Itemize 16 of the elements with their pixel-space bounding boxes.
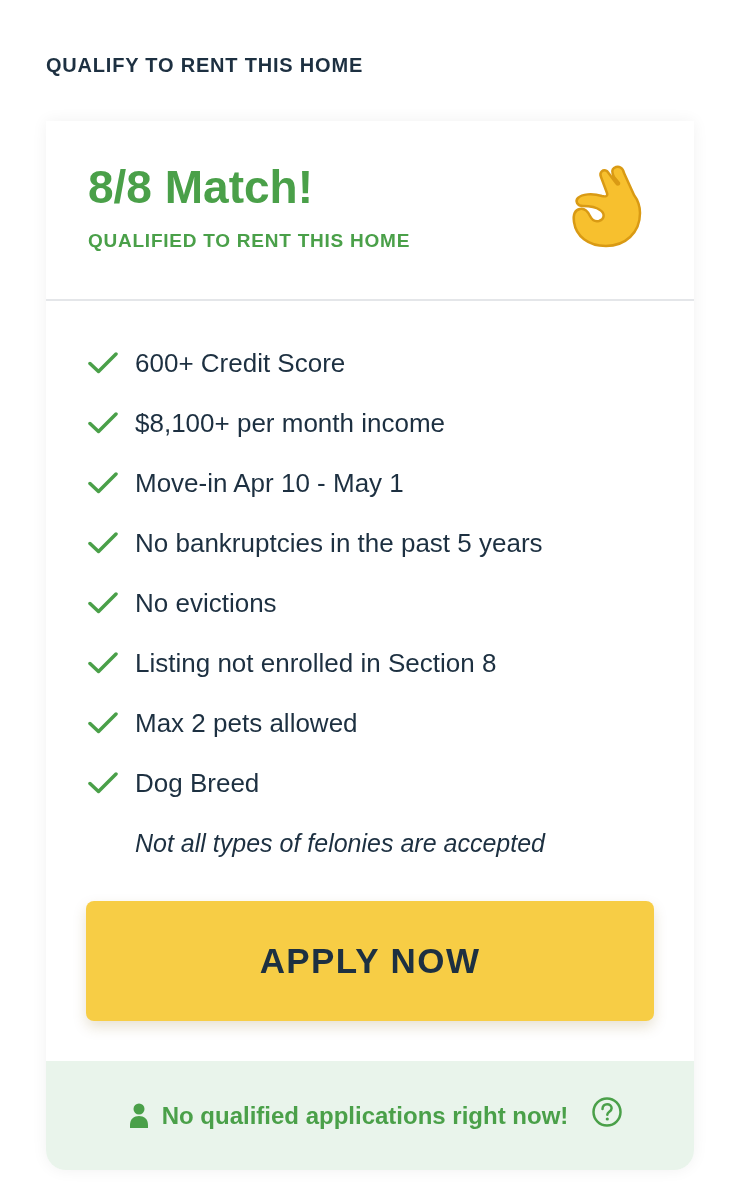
criterion-text: No evictions — [135, 587, 277, 619]
person-icon — [129, 1103, 148, 1128]
match-subtitle: QUALIFIED TO RENT THIS HOME — [88, 229, 411, 253]
footer-message: No qualified applications right now! — [161, 1100, 569, 1131]
help-icon[interactable] — [592, 1096, 623, 1127]
note-text: Not all types of felonies are accepted — [135, 828, 545, 858]
section-heading: QUALIFY TO RENT THIS HOME — [46, 53, 364, 78]
criterion-text: Listing not enrolled in Section 8 — [135, 647, 497, 679]
apply-now-button[interactable]: APPLY NOW — [86, 901, 654, 1021]
criterion-text: Dog Breed — [135, 767, 260, 799]
match-title: 8/8 Match! — [88, 161, 313, 213]
criterion-text: Move-in Apr 10 - May 1 — [135, 467, 404, 499]
criterion-text: 600+ Credit Score — [135, 347, 346, 379]
criterion-text: Max 2 pets allowed — [135, 707, 358, 739]
criterion-text: No bankruptcies in the past 5 years — [135, 527, 543, 559]
criterion-text: $8,100+ per month income — [135, 407, 446, 439]
